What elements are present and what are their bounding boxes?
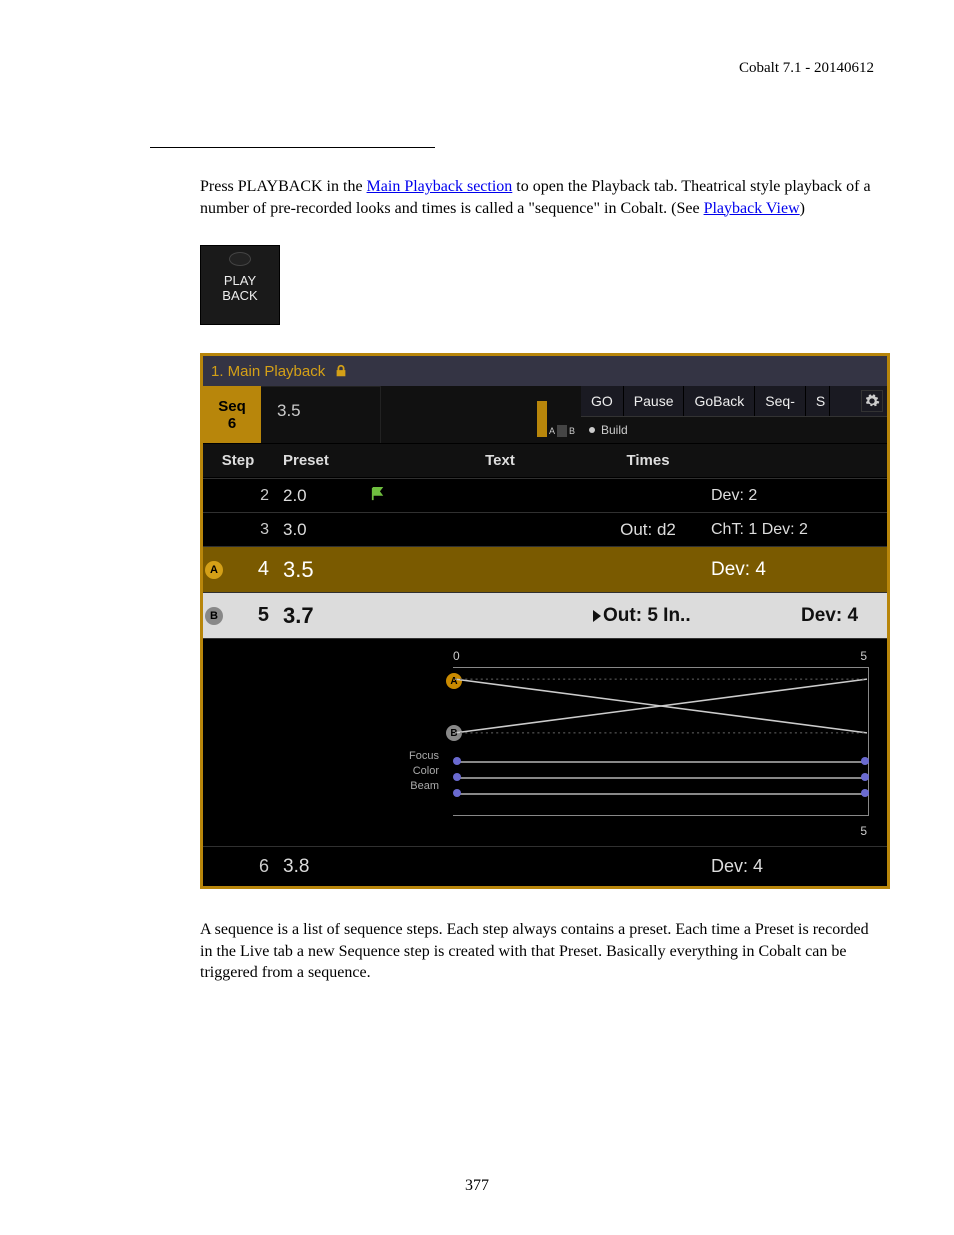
sequence-row[interactable]: 6 3.8 Dev: 4	[203, 846, 887, 886]
playback-btn-line1: PLAY	[224, 273, 256, 288]
window-title: 1. Main Playback	[211, 363, 325, 380]
col-preset: Preset	[279, 452, 407, 469]
track-dot-icon	[453, 757, 461, 765]
column-headers: Step Preset Text Times	[203, 444, 887, 478]
truncated-button[interactable]: S	[806, 386, 830, 416]
pause-button[interactable]: Pause	[624, 386, 685, 416]
track-dot-icon	[861, 789, 869, 797]
cell-preset: 3.7	[279, 603, 407, 629]
sequence-row[interactable]: 2 2.0 Dev: 2	[203, 478, 887, 512]
cell-preset: 3.8	[279, 856, 407, 878]
link-main-playback-section[interactable]: Main Playback section	[367, 178, 513, 195]
intro-paragraph: Press PLAYBACK in the Main Playback sect…	[200, 176, 884, 219]
playback-hardware-button: PLAY BACK	[200, 245, 280, 325]
build-label: Build	[601, 423, 628, 437]
crossfade-lines	[455, 675, 867, 737]
cell-step: 2	[203, 487, 279, 505]
timeline-label-focus: Focus	[383, 749, 439, 764]
cell-extra: Dev: 2	[703, 487, 887, 505]
play-triangle-icon	[593, 610, 601, 622]
link-playback-view[interactable]: Playback View	[704, 200, 800, 217]
cell-extra: Dev: 4	[703, 559, 887, 581]
goback-button[interactable]: GoBack	[684, 386, 755, 416]
fader-a-label: A	[549, 426, 555, 436]
timeline-track-beam	[455, 793, 865, 795]
section-rule	[150, 147, 435, 148]
cell-extra: Dev: 4	[703, 856, 887, 877]
seq-box[interactable]: Seq 6	[203, 386, 261, 443]
cell-preset: 3.0	[279, 520, 407, 540]
window-titlebar: 1. Main Playback	[203, 356, 887, 386]
timeline-scale-right-bottom: 5	[860, 824, 867, 838]
track-dot-icon	[861, 773, 869, 781]
timeline-scale-right-top: 5	[860, 649, 867, 663]
ab-crossfade-indicator: A B	[381, 386, 581, 443]
seq-minus-button[interactable]: Seq-	[755, 386, 806, 416]
lock-icon	[333, 364, 349, 378]
badge-b-icon: B	[205, 607, 223, 625]
badge-a-icon: A	[205, 561, 223, 579]
closing-paragraph: A sequence is a list of sequence steps. …	[200, 919, 884, 984]
intro-text-pre: Press PLAYBACK in the	[200, 178, 367, 195]
sequence-row[interactable]: 3 3.0 Out: d2 ChT: 1 Dev: 2	[203, 512, 887, 546]
playback-window-screenshot: 1. Main Playback Seq 6 3.5 A B GO	[200, 353, 890, 889]
cell-preset: 3.5	[279, 557, 407, 583]
col-times: Times	[593, 452, 703, 469]
cell-step: 6	[203, 856, 279, 877]
col-text: Text	[407, 452, 593, 469]
fader-b-label: B	[569, 426, 575, 436]
bullet-icon	[589, 427, 595, 433]
cell-step: 3	[203, 521, 279, 539]
playback-led-icon	[229, 252, 251, 266]
intro-text-post: )	[800, 200, 805, 217]
gear-icon[interactable]	[861, 390, 883, 412]
flag-icon	[371, 486, 385, 500]
sequence-row-next-b[interactable]: B 5 3.7 Out: 5 In.. Dev: 4	[203, 592, 887, 638]
cell-extra: Dev: 4	[793, 605, 887, 627]
cell-preset: 2.0	[279, 486, 407, 506]
track-dot-icon	[453, 789, 461, 797]
cell-extra: ChT: 1 Dev: 2	[703, 521, 887, 539]
fader-a-bar	[537, 401, 547, 437]
go-button[interactable]: GO	[581, 386, 624, 416]
fader-b-bar	[557, 425, 567, 437]
timeline-scale-left: 0	[453, 649, 460, 663]
track-dot-icon	[453, 773, 461, 781]
sequence-row-active-a[interactable]: A 4 3.5 Dev: 4	[203, 546, 887, 592]
timeline-track-focus	[455, 761, 865, 763]
current-preset: 3.5	[261, 386, 381, 443]
cell-times: Out: 5 In..	[593, 605, 793, 627]
timeline-track-color	[455, 777, 865, 779]
crossfade-timeline: 0 5 A B Focus Color Beam	[203, 638, 887, 846]
build-row[interactable]: Build	[581, 416, 887, 443]
cell-times: Out: d2	[593, 520, 703, 540]
col-step: Step	[203, 452, 279, 469]
timeline-label-color: Color	[383, 764, 439, 779]
timeline-label-beam: Beam	[383, 779, 439, 794]
track-dot-icon	[861, 757, 869, 765]
playback-btn-line2: BACK	[222, 288, 257, 303]
seq-label: Seq	[218, 398, 246, 415]
doc-header: Cobalt 7.1 - 20140612	[200, 60, 884, 77]
page-number: 377	[0, 1177, 954, 1195]
seq-number: 6	[228, 415, 236, 432]
